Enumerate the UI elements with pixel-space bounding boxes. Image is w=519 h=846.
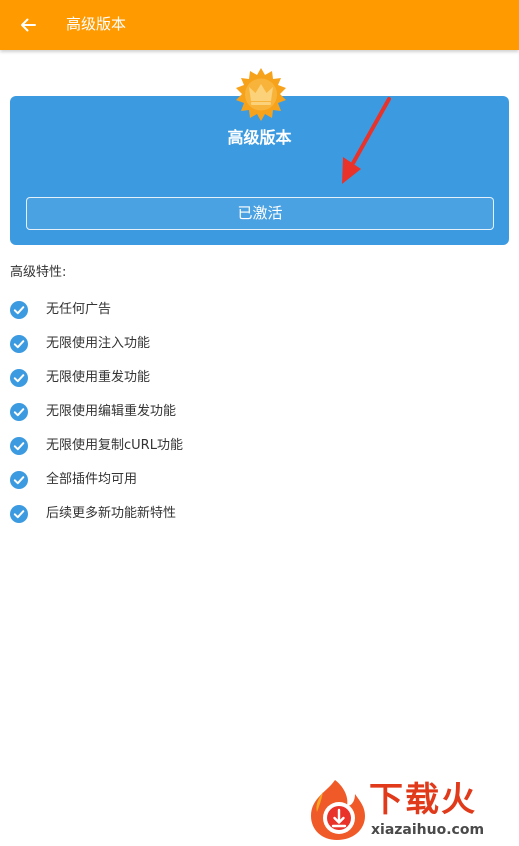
feature-list: 无任何广告 无限使用注入功能 无限使用重发功能 无限使用编辑重发功能 无限使用复… — [10, 293, 410, 531]
feature-label: 无限使用复制cURL功能 — [46, 438, 183, 453]
premium-title: 高级版本 — [227, 128, 292, 147]
feature-label: 无限使用重发功能 — [46, 370, 151, 385]
feature-item-copy-curl: 无限使用复制cURL功能 — [10, 429, 410, 463]
flame-logo-icon — [311, 780, 365, 840]
check-circle-icon — [10, 301, 28, 319]
feature-item-edit-resend: 无限使用编辑重发功能 — [10, 395, 410, 429]
feature-item-future: 后续更多新功能新特性 — [10, 497, 410, 531]
check-circle-icon — [10, 335, 28, 353]
check-circle-icon — [10, 369, 28, 387]
feature-label: 无限使用注入功能 — [46, 336, 151, 351]
feature-item-injection: 无限使用注入功能 — [10, 327, 410, 361]
check-circle-icon — [10, 505, 28, 523]
back-button[interactable] — [14, 11, 42, 39]
arrow-left-icon — [21, 18, 36, 32]
feature-item-resend: 无限使用重发功能 — [10, 361, 410, 395]
crown-badge-icon — [236, 68, 286, 121]
feature-item-plugins: 全部插件均可用 — [10, 463, 410, 497]
features-heading: 高级特性: — [10, 265, 67, 280]
page-title: 高级版本 — [66, 15, 127, 33]
annotation-arrow-icon — [342, 97, 391, 184]
watermark-url: xiazaihuo.com — [371, 822, 485, 838]
activated-button[interactable]: 已激活 — [26, 197, 494, 230]
watermark-name: 下载火 — [369, 780, 477, 820]
feature-label: 全部插件均可用 — [46, 472, 138, 487]
check-circle-icon — [10, 437, 28, 455]
watermark: 下载火 xiazaihuo.com — [305, 778, 515, 842]
check-circle-icon — [10, 403, 28, 421]
app-bar: 高级版本 — [0, 0, 519, 50]
feature-item-no-ads: 无任何广告 — [10, 293, 410, 327]
feature-label: 后续更多新功能新特性 — [46, 506, 177, 521]
feature-label: 无任何广告 — [46, 302, 112, 317]
feature-label: 无限使用编辑重发功能 — [46, 404, 177, 419]
check-circle-icon — [10, 471, 28, 489]
